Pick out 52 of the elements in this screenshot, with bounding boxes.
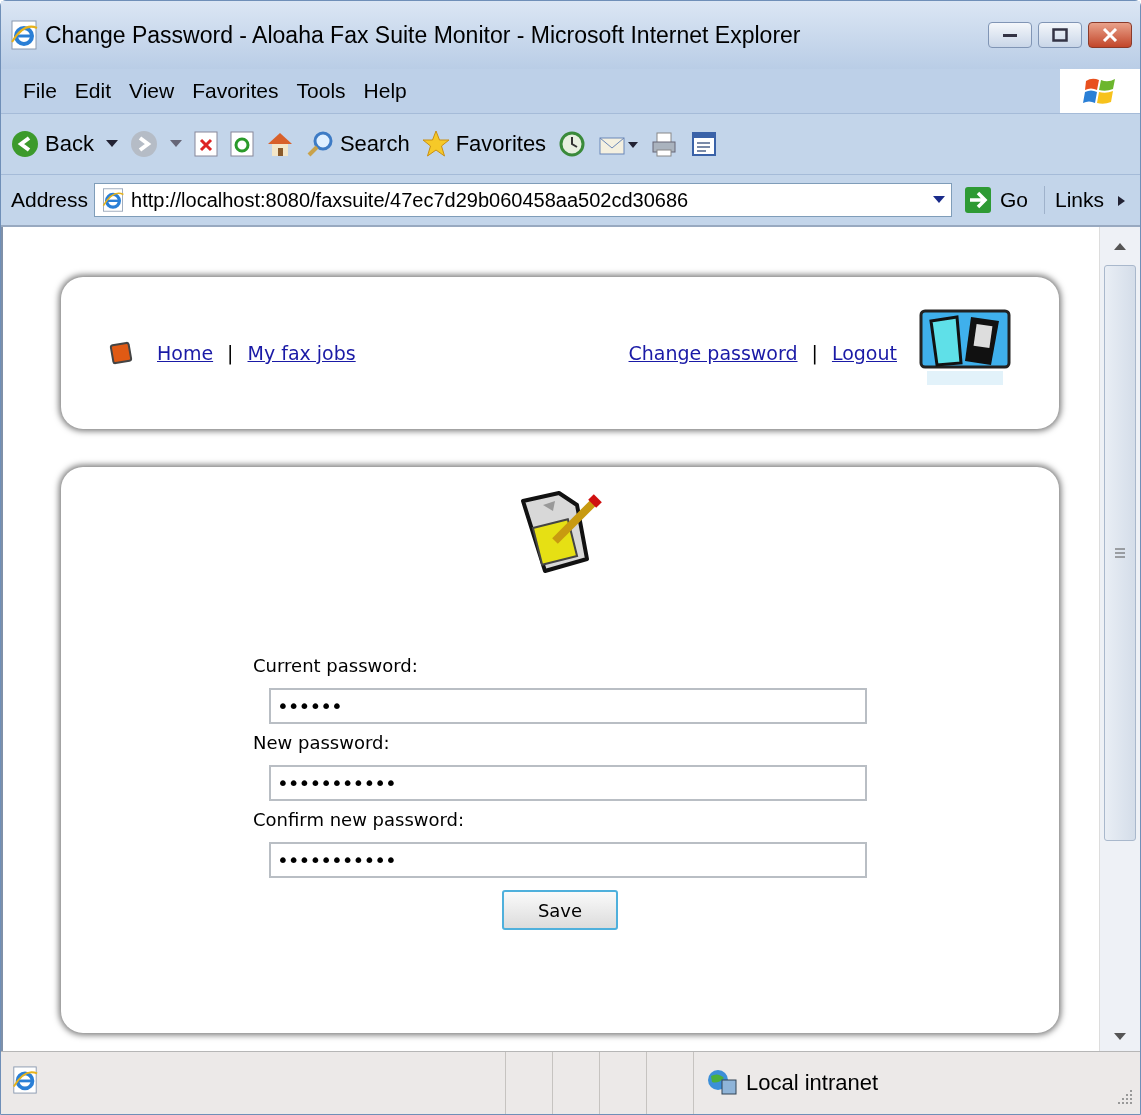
maximize-button[interactable] [1038,22,1082,48]
zone-indicator: Local intranet [694,1068,1116,1098]
save-button[interactable]: Save [502,890,618,930]
address-field[interactable]: http://localhost:8080/faxsuite/47ec7d29b060458aa502cd30686 [94,183,952,217]
minimize-button[interactable] [988,22,1032,48]
menu-item[interactable]: View [125,75,189,107]
dropdown-icon[interactable] [105,140,118,148]
password-field[interactable]: •••••• [269,688,867,724]
go-button[interactable]: Go [957,186,1045,214]
stop-icon[interactable] [193,131,218,157]
network-globe-icon [706,1068,738,1098]
ie-icon [9,20,39,50]
password-field[interactable]: ••••••••••• [269,842,867,878]
search-icon [305,130,334,158]
star-icon [421,130,450,158]
grip-icon [1114,548,1126,558]
resize-grip-icon[interactable] [1116,1088,1134,1106]
page-icon [101,188,126,212]
home-link[interactable]: Home [157,342,214,364]
field-label: Confirm new password: [253,809,466,830]
minimize-icon [1002,32,1018,38]
change-password-link[interactable]: Change password [628,342,798,364]
menu-item[interactable]: Favorites [188,75,293,107]
windows-flag-icon [1060,69,1140,113]
password-field[interactable]: ••••••••••• [269,765,867,801]
maximize-icon [1052,28,1068,42]
refresh-icon[interactable] [229,131,254,157]
scrollbar[interactable] [1099,227,1140,1051]
separator: | [227,342,234,364]
scroll-thumb[interactable] [1104,265,1136,841]
menu-item[interactable]: Tools [292,75,360,107]
field-label: Current password: [253,655,419,676]
back-button[interactable]: Back [11,130,94,158]
menu-item[interactable]: Help [359,75,421,107]
close-button[interactable] [1088,22,1132,48]
logout-link[interactable]: Logout [831,342,897,364]
fax-jobs-link[interactable]: My fax jobs [247,342,356,364]
page-icon [11,1066,39,1094]
menu-item[interactable]: File [19,75,71,107]
dropdown-icon[interactable] [932,196,945,204]
links-button[interactable]: Links [1050,188,1130,212]
address-label: Address [11,188,89,212]
printer-icon[interactable] [650,130,679,158]
chevron-icon [1118,194,1126,206]
field-label: New password: [253,732,391,753]
search-button[interactable]: Search [305,130,410,158]
close-icon [1102,28,1118,42]
separator: | [811,342,818,364]
bullet-icon [109,341,133,365]
favorites-button[interactable]: Favorites [421,130,547,158]
menu-item[interactable]: Edit [70,75,126,107]
window-title: Change Password - Aloaha Fax Suite Monitor - Microsoft Internet Explorer [45,21,802,49]
